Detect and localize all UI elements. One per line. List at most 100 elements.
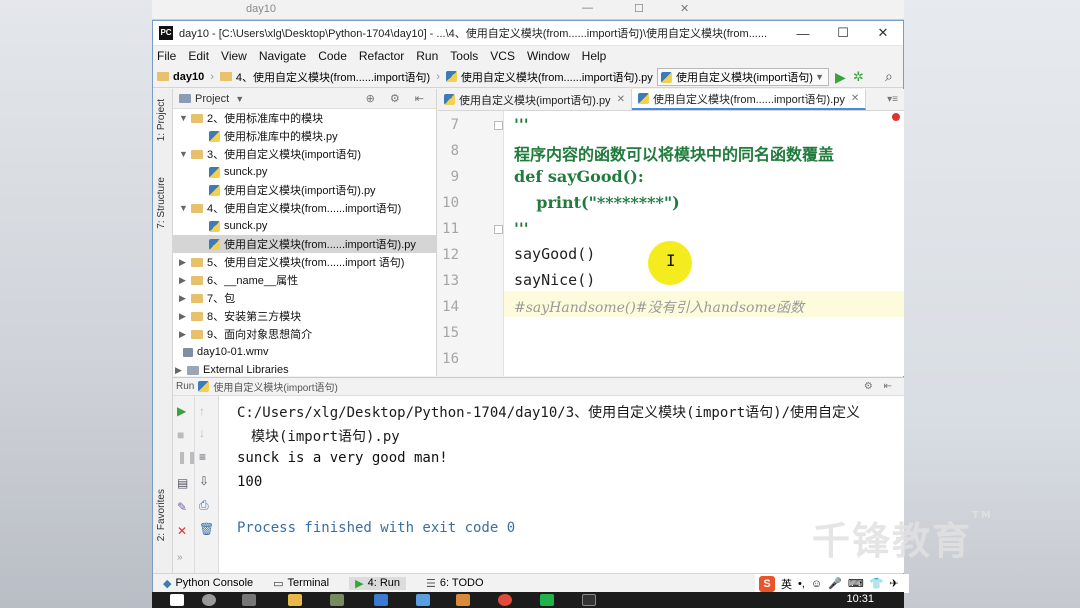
run-panel-actions[interactable]: ⚙ ⇤ — [864, 381, 896, 392]
project-view-label[interactable]: Project — [195, 93, 229, 105]
menu-file[interactable]: File — [157, 49, 176, 63]
menu-refactor[interactable]: Refactor — [359, 49, 404, 63]
down-arrow-icon[interactable]: ↓ — [199, 426, 205, 440]
menu-help[interactable]: Help — [582, 49, 607, 63]
tree-item[interactable]: ▼ 4、使用自定义模块(from......import语句) — [173, 199, 436, 217]
tools-icon[interactable]: ✈ — [889, 577, 898, 590]
tab-favorites[interactable]: 2: Favorites — [156, 489, 167, 541]
chevron-down-icon[interactable]: ▼ — [235, 94, 244, 104]
close-tab-icon[interactable]: ✕ — [851, 93, 859, 104]
clock[interactable]: 10:31 — [846, 593, 874, 605]
run-icon[interactable]: ▶ — [835, 69, 846, 86]
skin-icon[interactable]: 👕 — [870, 577, 884, 590]
soft-wrap-icon[interactable]: ≡ — [199, 450, 206, 464]
code-line[interactable]: sayGood() — [514, 245, 595, 263]
code-line[interactable]: def sayGood(): — [514, 167, 644, 186]
tree-item[interactable]: ▼ 2、使用标准库中的模块 — [173, 109, 436, 127]
menu-navigate[interactable]: Navigate — [259, 49, 306, 63]
chevron-right-icon[interactable]: ▶ — [179, 257, 191, 268]
panel-actions[interactable]: ⊕ ⚙ ⇤ — [366, 92, 430, 105]
tree-item[interactable]: 使用自定义模块(import语句).py — [173, 181, 436, 199]
up-arrow-icon[interactable]: ↑ — [199, 404, 205, 418]
ime-toolbar[interactable]: S 英 •, ☺ 🎤 ⌨ 👕 ✈ — [755, 574, 909, 593]
menu-edit[interactable]: Edit — [188, 49, 209, 63]
menu-tools[interactable]: Tools — [450, 49, 478, 63]
tree-item[interactable]: sunck.py — [173, 163, 436, 181]
breadcrumb-project[interactable]: day10 — [157, 71, 204, 83]
chevron-down-icon[interactable]: ▼ — [179, 149, 191, 159]
more-icon[interactable]: » — [177, 552, 183, 563]
close-button[interactable]: ✕ — [863, 25, 903, 41]
tree-item[interactable]: sunck.py — [173, 217, 436, 235]
menu-run[interactable]: Run — [416, 49, 438, 63]
scroll-to-end-icon[interactable]: ⇩ — [199, 474, 209, 488]
chevron-right-icon[interactable]: ▶ — [179, 311, 191, 322]
close-tab-icon[interactable]: ✕ — [617, 94, 625, 105]
task-view-icon[interactable] — [242, 594, 256, 606]
chevron-right-icon[interactable]: ▶ — [179, 293, 191, 304]
tree-item[interactable]: 使用自定义模块(from......import语句).py — [173, 235, 436, 253]
close-icon[interactable]: ✕ — [177, 524, 187, 538]
chevron-down-icon[interactable]: ▼ — [179, 203, 191, 213]
app-icon[interactable] — [456, 594, 470, 606]
rerun-icon[interactable]: ▶ — [177, 404, 186, 418]
editor-tab[interactable]: 使用自定义模块(import语句).py ✕ — [438, 89, 632, 110]
tree-item[interactable]: ▶ 5、使用自定义模块(from......import 语句) — [173, 253, 436, 271]
chrome-icon[interactable] — [498, 594, 512, 606]
tab-structure[interactable]: 7: Structure — [156, 177, 167, 229]
breadcrumb-file[interactable]: 使用自定义模块(from......import语句).py — [445, 69, 653, 85]
tree-item[interactable]: ▶ 6、__name__属性 — [173, 271, 436, 289]
minimize-button[interactable]: — — [783, 26, 823, 41]
chevron-down-icon[interactable]: ▼ — [179, 113, 191, 123]
run-configuration-select[interactable]: 使用自定义模块(import语句) ▼ — [657, 68, 829, 86]
windows-start-icon[interactable] — [170, 594, 184, 606]
tree-item[interactable]: ▶ 9、面向对象思想简介 — [173, 325, 436, 343]
terminal-icon[interactable] — [582, 594, 596, 606]
terminal-button[interactable]: ▭ Terminal — [273, 577, 329, 590]
file-explorer-icon[interactable] — [288, 594, 302, 606]
app-icon[interactable] — [330, 594, 344, 606]
menu-code[interactable]: Code — [318, 49, 347, 63]
menu-window[interactable]: Window — [527, 49, 570, 63]
python-console-button[interactable]: ◆ Python Console — [163, 577, 253, 590]
chevron-right-icon[interactable]: ▶ — [175, 365, 187, 376]
fold-marker-icon[interactable] — [494, 121, 503, 130]
layout-icon[interactable]: ▤ — [177, 476, 188, 490]
tree-item[interactable]: ▶ External Libraries — [173, 361, 436, 376]
code-line[interactable]: ''' — [514, 219, 529, 238]
emoji-icon[interactable]: ☺ — [811, 578, 822, 590]
maximize-button[interactable]: ☐ — [823, 25, 863, 41]
tab-list-icon[interactable]: ▾≡ — [887, 94, 898, 105]
punctuation-icon[interactable]: •, — [798, 578, 805, 590]
menu-vcs[interactable]: VCS — [490, 49, 515, 63]
editor-tab-active[interactable]: 使用自定义模块(from......import语句).py ✕ — [631, 89, 867, 110]
fold-marker-icon[interactable] — [494, 225, 503, 234]
pycharm-taskbar-icon[interactable] — [540, 594, 554, 606]
tab-project[interactable]: 1: Project — [156, 99, 167, 141]
app-icon[interactable] — [374, 594, 388, 606]
pin-icon[interactable]: ✎ — [177, 500, 187, 514]
tree-item[interactable]: day10-01.wmv — [173, 343, 436, 361]
todo-button[interactable]: ☰ 6: TODO — [426, 577, 483, 590]
tree-item[interactable]: ▶ 8、安装第三方模块 — [173, 307, 436, 325]
run-button[interactable]: ▶ 4: Run — [349, 576, 407, 590]
tree-item[interactable]: ▶ 7、包 — [173, 289, 436, 307]
breadcrumb-folder[interactable]: 4、使用自定义模块(from......import语句) — [219, 69, 430, 85]
tree-item[interactable]: ▼ 3、使用自定义模块(import语句) — [173, 145, 436, 163]
menu-view[interactable]: View — [221, 49, 247, 63]
search-icon[interactable] — [202, 594, 216, 606]
chevron-right-icon[interactable]: ▶ — [179, 275, 191, 286]
microphone-icon[interactable]: 🎤 — [828, 577, 842, 590]
code-line[interactable]: #sayHandsome()#没有引入handsome函数 — [514, 297, 804, 317]
code-line[interactable]: ''' — [514, 115, 529, 134]
trash-icon[interactable]: 🗑 — [199, 522, 214, 536]
code-line[interactable]: sayNice() — [514, 271, 595, 289]
error-indicator-icon[interactable] — [892, 113, 900, 121]
print-icon[interactable]: ⎙ — [199, 498, 209, 513]
search-icon[interactable]: ⌕ — [885, 68, 893, 85]
tree-item[interactable]: 使用标准库中的模块.py — [173, 127, 436, 145]
code-line[interactable]: 程序内容的函数可以将模块中的同名函数覆盖 — [514, 141, 834, 165]
debug-icon[interactable]: ✲ — [853, 69, 864, 85]
keyboard-icon[interactable]: ⌨ — [848, 577, 864, 590]
stop-icon[interactable]: ■ — [177, 428, 184, 442]
